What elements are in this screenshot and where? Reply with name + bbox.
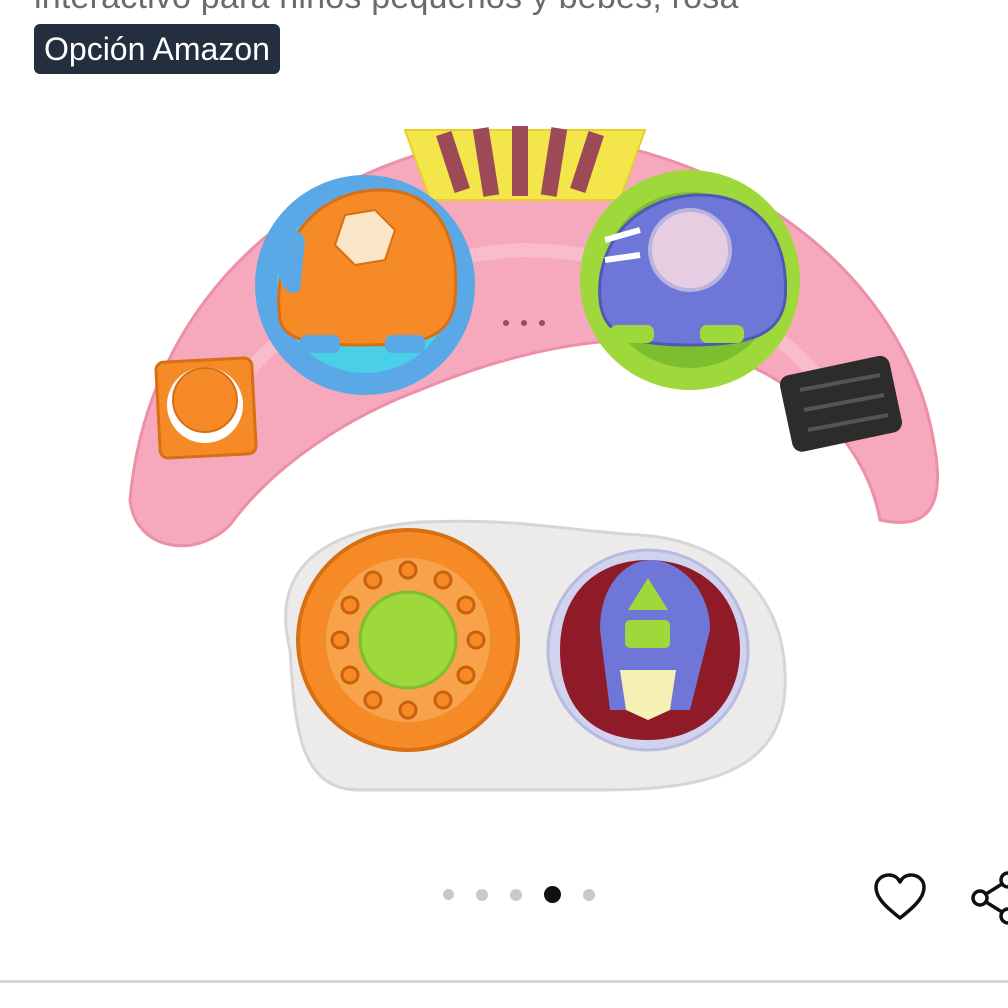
section-divider — [0, 980, 1008, 983]
product-title[interactable]: interactivo para niños pequeños y bebés,… — [34, 0, 739, 17]
heart-icon[interactable] — [872, 872, 928, 924]
product-page: interactivo para niños pequeños y bebés,… — [0, 0, 1008, 1008]
carousel-dot-2[interactable] — [476, 888, 488, 901]
carousel-dot-4-active[interactable] — [544, 886, 561, 903]
carousel-dot-5[interactable] — [583, 888, 595, 901]
carousel-dot-3[interactable] — [510, 888, 522, 901]
image-carousel-indicator[interactable] — [443, 886, 595, 903]
carousel-dot-1[interactable] — [443, 889, 454, 900]
amazon-choice-badge: Opción Amazon — [34, 24, 280, 74]
share-icon[interactable] — [968, 870, 1008, 926]
product-image[interactable] — [0, 90, 1008, 860]
